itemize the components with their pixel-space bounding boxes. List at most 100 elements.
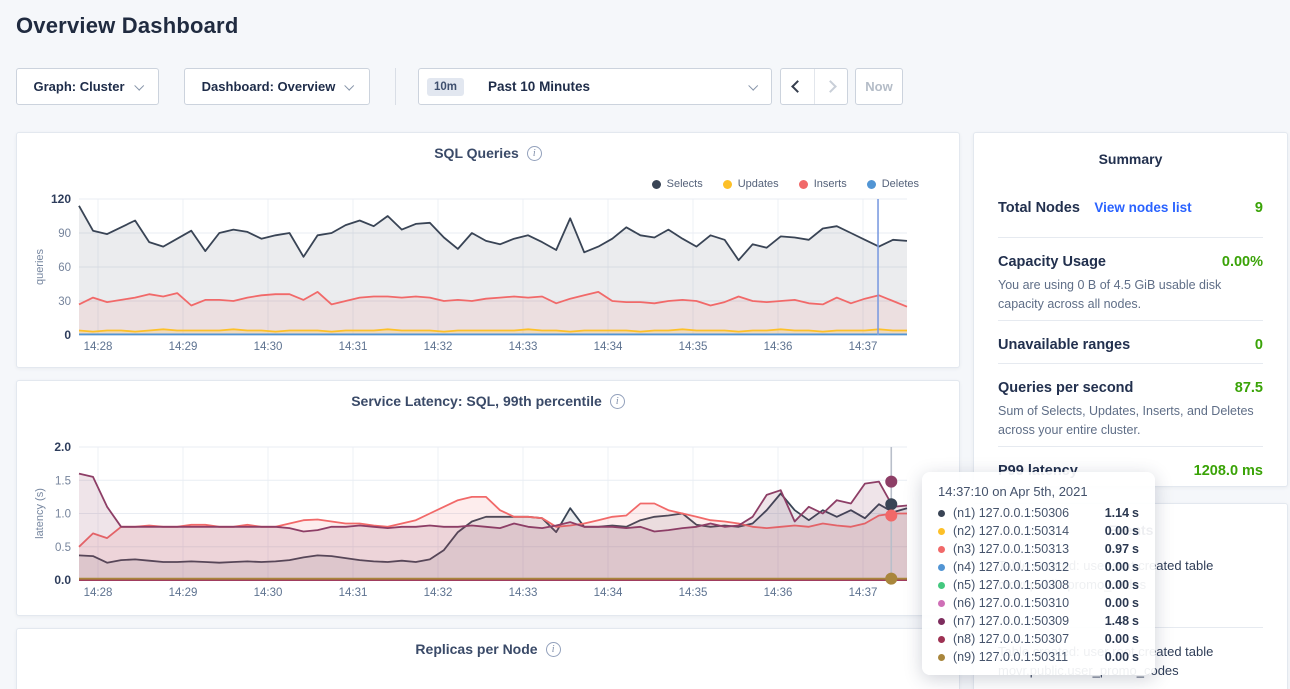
chevron-right-icon	[824, 80, 837, 93]
node-address: (n2) 127.0.0.1:50314	[953, 524, 1105, 538]
x-tick-label: 14:32	[424, 341, 453, 353]
qps-desc: Sum of Selects, Updates, Inserts, and De…	[998, 402, 1263, 440]
time-range-selector[interactable]: 10m Past 10 Minutes	[418, 68, 772, 105]
y-tick-label: 1.0	[55, 509, 71, 521]
graph-dropdown[interactable]: Graph: Cluster	[16, 68, 159, 105]
node-address: (n6) 127.0.0.1:50310	[953, 596, 1105, 610]
prev-time-button[interactable]	[781, 69, 814, 104]
x-tick-label: 14:30	[254, 341, 283, 353]
node-dot-icon	[938, 564, 945, 571]
node-latency-value: 0.00	[1105, 560, 1129, 574]
node-latency-unit: s	[1132, 542, 1139, 556]
x-tick-label: 14:35	[679, 341, 708, 353]
info-icon[interactable]	[546, 642, 561, 657]
node-latency-unit: s	[1132, 596, 1139, 610]
crosshair-dot	[885, 476, 897, 488]
x-tick-label: 14:36	[764, 587, 793, 599]
y-tick-label: 120	[51, 192, 71, 206]
node-latency-unit: s	[1132, 632, 1139, 646]
next-time-button[interactable]	[814, 69, 848, 104]
node-latency-unit: s	[1132, 650, 1139, 664]
tooltip-row: (n4) 127.0.0.1:503120.00s	[938, 558, 1139, 576]
x-tick-label: 14:37	[849, 341, 878, 353]
y-tick-label: 2.0	[54, 440, 71, 454]
dashboard-dropdown-label: Dashboard: Overview	[202, 79, 336, 94]
node-dot-icon	[938, 510, 945, 517]
x-tick-label: 14:30	[254, 587, 283, 599]
y-tick-label: 0	[64, 328, 71, 342]
dashboard-dropdown[interactable]: Dashboard: Overview	[184, 68, 370, 105]
y-tick-label: 0.0	[54, 573, 71, 587]
x-tick-label: 14:36	[764, 341, 793, 353]
p99-value: 1208.0 ms	[1194, 463, 1263, 479]
replicas-title-row: Replicas per Node	[17, 641, 959, 657]
sql-queries-card: SQL Queries SelectsUpdatesInsertsDeletes…	[16, 132, 960, 368]
node-latency-unit: s	[1132, 524, 1139, 538]
node-latency-unit: s	[1132, 578, 1139, 592]
x-tick-label: 14:28	[84, 587, 113, 599]
node-latency-unit: s	[1132, 560, 1139, 574]
total-nodes-value: 9	[1255, 200, 1263, 216]
node-latency-unit: s	[1132, 614, 1139, 628]
overview-dashboard-page: Overview Dashboard Graph: Cluster Dashbo…	[0, 0, 1290, 689]
x-tick-label: 14:29	[169, 341, 198, 353]
chevron-down-icon	[345, 81, 355, 91]
node-dot-icon	[938, 618, 945, 625]
node-address: (n7) 127.0.0.1:50309	[953, 614, 1105, 628]
replicas-per-node-card: Replicas per Node	[16, 628, 960, 689]
now-button[interactable]: Now	[855, 68, 903, 105]
x-tick-label: 14:33	[509, 341, 538, 353]
tooltip-row: (n3) 127.0.0.1:503130.97s	[938, 540, 1139, 558]
summary-row-unavailable: Unavailable ranges 0	[998, 321, 1263, 363]
node-dot-icon	[938, 600, 945, 607]
chart-tooltip: 14:37:10 on Apr 5th, 2021 (n1) 127.0.0.1…	[922, 472, 1155, 675]
y-tick-label: 30	[58, 296, 71, 308]
node-address: (n8) 127.0.0.1:50307	[953, 632, 1105, 646]
summary-card: Summary Total Nodes View nodes list 9 Ca…	[973, 132, 1288, 487]
tooltip-row: (n5) 127.0.0.1:503080.00s	[938, 576, 1139, 594]
node-latency-value: 0.00	[1105, 578, 1129, 592]
tooltip-row: (n2) 127.0.0.1:503140.00s	[938, 522, 1139, 540]
summary-title: Summary	[974, 151, 1287, 167]
node-latency-value: 0.00	[1105, 650, 1129, 664]
node-dot-icon	[938, 546, 945, 553]
node-latency-value: 0.97	[1105, 542, 1129, 556]
qps-label: Queries per second	[998, 380, 1133, 396]
node-address: (n1) 127.0.0.1:50306	[953, 506, 1105, 520]
node-address: (n5) 127.0.0.1:50308	[953, 578, 1105, 592]
node-dot-icon	[938, 582, 945, 589]
x-tick-label: 14:31	[339, 587, 368, 599]
chevron-left-icon	[791, 80, 804, 93]
unavailable-value: 0	[1255, 337, 1263, 353]
time-range-label: Past 10 Minutes	[488, 79, 590, 94]
tooltip-row: (n1) 127.0.0.1:503061.14s	[938, 504, 1139, 522]
node-latency-value: 0.00	[1105, 632, 1129, 646]
tooltip-row: (n6) 127.0.0.1:503100.00s	[938, 594, 1139, 612]
node-dot-icon	[938, 636, 945, 643]
summary-row-total-nodes: Total Nodes View nodes list 9	[998, 167, 1263, 237]
x-tick-label: 14:29	[169, 587, 198, 599]
node-address: (n4) 127.0.0.1:50312	[953, 560, 1105, 574]
summary-row-capacity: Capacity Usage 0.00% You are using 0 B o…	[998, 238, 1263, 320]
crosshair-dot	[885, 573, 897, 585]
qps-value: 87.5	[1235, 380, 1263, 396]
chevron-down-icon	[748, 81, 758, 91]
toolbar-divider	[395, 68, 396, 105]
page-title: Overview Dashboard	[16, 13, 238, 39]
graph-dropdown-label: Graph: Cluster	[33, 79, 124, 94]
service-latency-chart[interactable]: 14:2814:2914:3014:3114:3214:3314:3414:35…	[17, 381, 961, 617]
capacity-label: Capacity Usage	[998, 254, 1106, 270]
tooltip-row: (n8) 127.0.0.1:503070.00s	[938, 630, 1139, 648]
service-latency-card: Service Latency: SQL, 99th percentile 14…	[16, 380, 960, 616]
x-tick-label: 14:31	[339, 341, 368, 353]
node-dot-icon	[938, 528, 945, 535]
node-latency-value: 0.00	[1105, 524, 1129, 538]
replicas-title: Replicas per Node	[415, 641, 537, 657]
x-tick-label: 14:37	[849, 587, 878, 599]
crosshair-dot	[885, 509, 897, 521]
node-latency-unit: s	[1132, 506, 1139, 520]
sql-queries-chart[interactable]: 14:2814:2914:3014:3114:3214:3314:3414:35…	[17, 133, 961, 369]
tooltip-row: (n7) 127.0.0.1:503091.48s	[938, 612, 1139, 630]
view-nodes-list-link[interactable]: View nodes list	[1094, 200, 1191, 215]
y-axis-unit-label: latency (s)	[34, 488, 46, 539]
